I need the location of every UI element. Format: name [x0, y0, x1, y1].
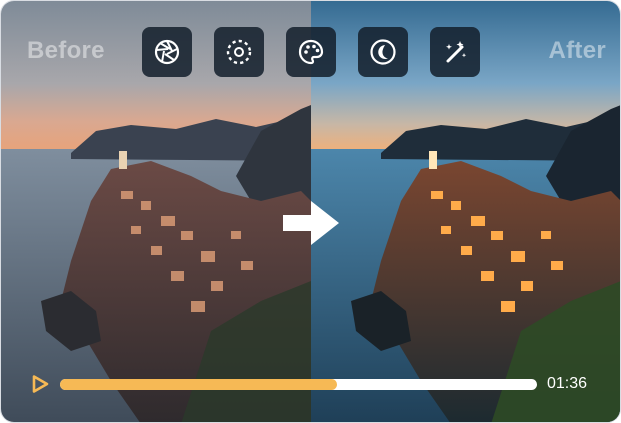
magic-wand-icon — [446, 41, 467, 63]
selection-button[interactable] — [214, 27, 264, 77]
dotted-circle-icon — [226, 39, 252, 65]
palette-button[interactable] — [286, 27, 336, 77]
playback-controls: 01:36 — [1, 369, 620, 399]
before-after-viewer: Before After 01:36 — [0, 0, 621, 423]
time-display: 01:36 — [547, 375, 588, 392]
moon-icon — [370, 39, 396, 65]
night-mode-button[interactable] — [358, 27, 408, 77]
palette-icon — [298, 39, 324, 65]
arrow-right-icon — [283, 201, 339, 245]
aperture-button[interactable] — [142, 27, 192, 77]
aperture-icon — [154, 39, 180, 65]
progress-fill — [60, 379, 337, 390]
progress-bar[interactable] — [60, 379, 537, 390]
magic-wand-button[interactable] — [430, 27, 480, 77]
before-label: Before — [27, 37, 105, 64]
play-icon[interactable] — [30, 374, 50, 394]
after-label: After — [548, 37, 606, 64]
